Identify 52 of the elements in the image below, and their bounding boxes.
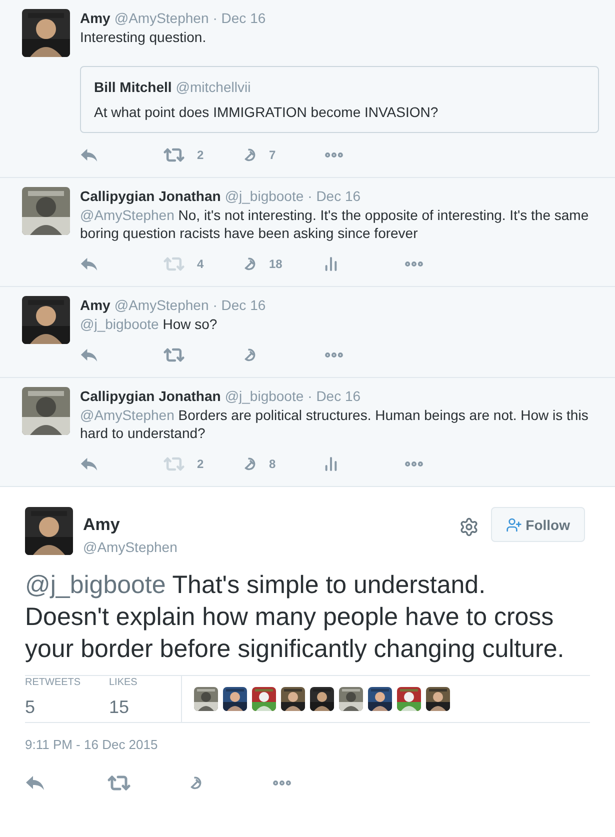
mention-link[interactable]: @j_bigboote	[80, 316, 159, 332]
stat-label: LIKES	[109, 678, 138, 688]
reply-icon[interactable]	[80, 148, 98, 162]
stat-value[interactable]: 15	[109, 692, 161, 720]
follow-button[interactable]: Follow	[490, 507, 585, 542]
reply-icon[interactable]	[80, 456, 98, 472]
hammer-sickle-icon[interactable]	[189, 776, 203, 790]
hammer-sickle-icon[interactable]	[243, 257, 257, 271]
count: 7	[269, 147, 276, 163]
author-name[interactable]: Amy	[83, 515, 178, 535]
hammer-sickle-icon[interactable]	[243, 148, 257, 162]
quoted-author-handle: @mitchellvii	[176, 78, 251, 97]
quoted-tweet[interactable]: Bill Mitchell @mitchellvii At what point does IMMIGRATION become INVASION?	[80, 66, 599, 133]
author-name[interactable]: Callipygian Jonathan	[80, 187, 221, 205]
tweet-text: @AmyStephen No, it's not interesting. It's the opposite of interesting. It's the same boring question racists have been asking since forever	[80, 206, 590, 242]
author-handle[interactable]: @j_bigboote	[224, 187, 304, 205]
tweet-text: Interesting question.	[80, 28, 208, 46]
author-handle[interactable]: @AmyStephen	[83, 537, 178, 557]
author-handle[interactable]: @AmyStephen	[114, 9, 209, 27]
analytics-icon[interactable]	[323, 256, 339, 272]
author-name[interactable]: Amy	[80, 296, 110, 314]
count: 2	[197, 147, 204, 163]
author-name[interactable]: Amy	[80, 9, 110, 27]
user-plus-icon	[506, 516, 522, 532]
tweet-text: @j_bigboote How so?	[80, 315, 218, 333]
timestamp: 9:11 PM - 16 Dec 2015	[25, 736, 159, 754]
reply-icon[interactable]	[80, 348, 98, 362]
tweet-date[interactable]: · Dec 16	[308, 387, 361, 405]
quoted-author-name: Bill Mitchell	[94, 78, 172, 97]
count: 8	[269, 456, 276, 472]
analytics-icon[interactable]	[323, 456, 339, 472]
author-handle[interactable]: @AmyStephen	[114, 296, 209, 314]
tweet-date[interactable]: · Dec 16	[212, 296, 266, 314]
tweet-text: @AmyStephen Borders are political structures. Human beings are not. How is this hard to understand?	[80, 406, 590, 442]
author-name[interactable]: Callipygian Jonathan	[80, 387, 221, 405]
reply-icon[interactable]	[25, 774, 45, 790]
tweet-date[interactable]: · Dec 16	[212, 9, 266, 27]
tweet-date[interactable]: · Dec 16	[308, 187, 361, 205]
hammer-sickle-icon[interactable]	[243, 457, 257, 471]
mention-link[interactable]: @j_bigboote	[25, 571, 166, 599]
stat-value[interactable]: 5	[25, 692, 77, 720]
main-tweet-text: @j_bigboote That's simple to understand. Doesn't explain how many people have to cross your border before significantly changing culture.	[25, 570, 566, 665]
settings-icon[interactable]	[458, 517, 479, 537]
quoted-text: At what point does IMMIGRATION become INVASION?	[94, 103, 440, 122]
author-handle[interactable]: @j_bigboote	[224, 387, 304, 405]
count: 4	[197, 256, 204, 272]
count: 2	[197, 456, 204, 472]
hammer-sickle-icon[interactable]	[243, 348, 257, 362]
count: 18	[269, 256, 282, 272]
mention-link[interactable]: @AmyStephen	[80, 207, 174, 223]
mention-link[interactable]: @AmyStephen	[80, 407, 174, 423]
reply-icon[interactable]	[80, 256, 98, 272]
